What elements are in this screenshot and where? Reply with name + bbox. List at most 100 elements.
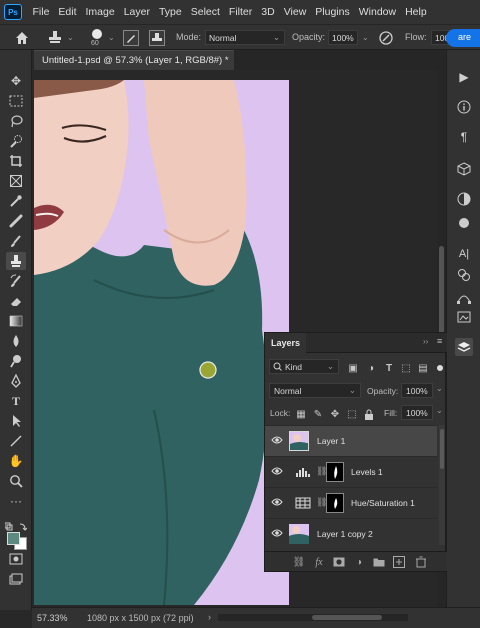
menu-filter[interactable]: Filter	[224, 6, 256, 18]
menu-view[interactable]: View	[279, 6, 311, 18]
menu-3d[interactable]: 3D	[257, 6, 279, 18]
clone-source-icon[interactable]	[149, 30, 165, 46]
visibility-eye-icon[interactable]	[271, 435, 283, 445]
info-icon[interactable]	[455, 98, 473, 116]
lock-artboard-icon[interactable]: ⬚	[346, 408, 358, 420]
eyedropper-tool-icon[interactable]	[6, 192, 26, 210]
visibility-eye-icon[interactable]	[271, 466, 283, 476]
crop-tool-icon[interactable]	[6, 152, 26, 170]
more-tools-icon[interactable]: ···	[6, 492, 26, 510]
blend-mode-select[interactable]: Normal ⌄	[269, 383, 361, 398]
zoom-tool-icon[interactable]	[6, 472, 26, 490]
foreground-color-swatch[interactable]	[7, 532, 20, 545]
clone-stamp-tool-icon[interactable]	[6, 252, 26, 270]
menu-type[interactable]: Type	[154, 6, 186, 18]
line-tool-icon[interactable]	[6, 432, 26, 450]
chevron-down-icon[interactable]: ⌄	[436, 406, 443, 415]
paragraph-icon[interactable]: ¶	[455, 128, 473, 146]
chevron-down-icon[interactable]: ⌄	[436, 384, 443, 393]
visibility-eye-icon[interactable]	[271, 497, 283, 507]
layer-row[interactable]: Layer 1	[265, 425, 437, 456]
spot-healing-tool-icon[interactable]	[6, 212, 26, 230]
adjustments-icon[interactable]	[455, 190, 473, 208]
marquee-tool-icon[interactable]	[6, 92, 26, 110]
collapse-panel-icon[interactable]: ››	[423, 337, 428, 346]
lock-image-icon[interactable]: ✎	[312, 408, 324, 420]
type-tool-icon[interactable]: T	[6, 392, 26, 410]
dodge-tool-icon[interactable]	[6, 352, 26, 370]
layer-mask-thumbnail[interactable]	[326, 493, 344, 513]
libraries-icon[interactable]	[455, 308, 473, 326]
layers-tab[interactable]: Layers	[265, 333, 307, 353]
paths-icon[interactable]	[455, 288, 473, 306]
new-layer-icon[interactable]	[393, 556, 405, 568]
play-actions-icon[interactable]: ▶	[455, 68, 473, 86]
history-brush-tool-icon[interactable]	[6, 272, 26, 290]
horizontal-scrollbar-thumb[interactable]	[312, 615, 382, 620]
pressure-opacity-icon[interactable]	[378, 30, 394, 46]
lock-transparent-icon[interactable]: ▦	[295, 408, 307, 420]
menu-select[interactable]: Select	[186, 6, 224, 18]
filter-toggle-icon[interactable]	[437, 365, 443, 371]
chevron-down-icon[interactable]: ⌄	[108, 33, 115, 42]
quick-selection-tool-icon[interactable]	[6, 132, 26, 150]
lock-all-icon[interactable]	[363, 408, 375, 420]
new-group-icon[interactable]	[373, 556, 385, 568]
menu-window[interactable]: Window	[354, 6, 400, 18]
hand-tool-icon[interactable]: ✋	[6, 452, 26, 470]
layer-row[interactable]: Layer 1 copy 2	[265, 518, 437, 549]
link-layers-icon[interactable]: ⛓	[293, 556, 306, 568]
lasso-tool-icon[interactable]	[6, 112, 26, 130]
home-icon[interactable]	[13, 29, 31, 47]
color-swatches[interactable]	[4, 522, 31, 550]
menu-image[interactable]: Image	[81, 6, 119, 18]
share-button[interactable]: are	[446, 29, 480, 47]
layer-comps-icon[interactable]	[455, 214, 473, 232]
zoom-level[interactable]: 57.33%	[37, 613, 68, 623]
3d-icon[interactable]	[455, 160, 473, 178]
fill-input[interactable]: 100%	[401, 405, 433, 420]
path-selection-tool-icon[interactable]	[6, 412, 26, 430]
new-adjustment-layer-icon[interactable]: ◑	[353, 556, 365, 568]
lock-position-icon[interactable]: ✥	[329, 408, 341, 420]
filter-smart-object-icon[interactable]: ▤	[417, 362, 429, 374]
chevron-down-icon[interactable]: ⌄	[67, 33, 74, 42]
layers-panel-icon[interactable]	[455, 338, 473, 356]
quick-mask-icon[interactable]	[6, 550, 26, 568]
filter-pixel-icon[interactable]: ▣	[347, 362, 359, 374]
filter-shape-icon[interactable]: ⬚	[400, 362, 412, 374]
delete-layer-icon[interactable]	[415, 556, 427, 568]
filter-adjustment-icon[interactable]: ◑	[365, 362, 377, 374]
chevron-down-icon[interactable]: ⌄	[362, 33, 369, 42]
document-tab[interactable]: Untitled-1.psd @ 57.3% (Layer 1, RGB/8#)…	[34, 50, 234, 70]
eraser-tool-icon[interactable]	[6, 292, 26, 310]
blur-tool-icon[interactable]	[6, 332, 26, 350]
chevron-right-icon[interactable]: ›	[208, 612, 211, 622]
fx-icon[interactable]: fx	[313, 556, 325, 568]
gradient-tool-icon[interactable]	[6, 312, 26, 330]
screen-mode-icon[interactable]	[6, 570, 26, 588]
layers-scrollbar-thumb[interactable]	[440, 429, 444, 469]
brush-settings-icon[interactable]	[123, 30, 139, 46]
add-mask-icon[interactable]	[333, 556, 345, 568]
filter-type-icon[interactable]: T	[383, 362, 395, 374]
clone-stamp-tool-preset-icon[interactable]	[46, 29, 64, 47]
layer-row[interactable]: ⛓ Hue/Saturation 1	[265, 487, 437, 518]
pen-tool-icon[interactable]	[6, 372, 26, 390]
frame-tool-icon[interactable]	[6, 172, 26, 190]
styles-icon[interactable]	[455, 266, 473, 284]
brush-tool-icon[interactable]	[6, 232, 26, 250]
scrollbar-thumb[interactable]	[439, 246, 444, 336]
character-icon[interactable]: A|	[455, 245, 473, 263]
layer-mask-thumbnail[interactable]	[326, 462, 344, 482]
menu-layer[interactable]: Layer	[119, 6, 154, 18]
move-tool-icon[interactable]: ✥	[6, 72, 26, 90]
visibility-eye-icon[interactable]	[271, 528, 283, 538]
menu-plugins[interactable]: Plugins	[311, 6, 354, 18]
mode-select[interactable]: Normal ⌄	[205, 30, 285, 45]
panel-menu-icon[interactable]: ≡	[437, 336, 442, 346]
filter-kind-select[interactable]: Kind ⌄	[269, 359, 339, 374]
layer-opacity-input[interactable]: 100%	[401, 383, 433, 398]
menu-help[interactable]: Help	[401, 6, 432, 18]
opacity-input[interactable]: 100%	[328, 30, 358, 45]
